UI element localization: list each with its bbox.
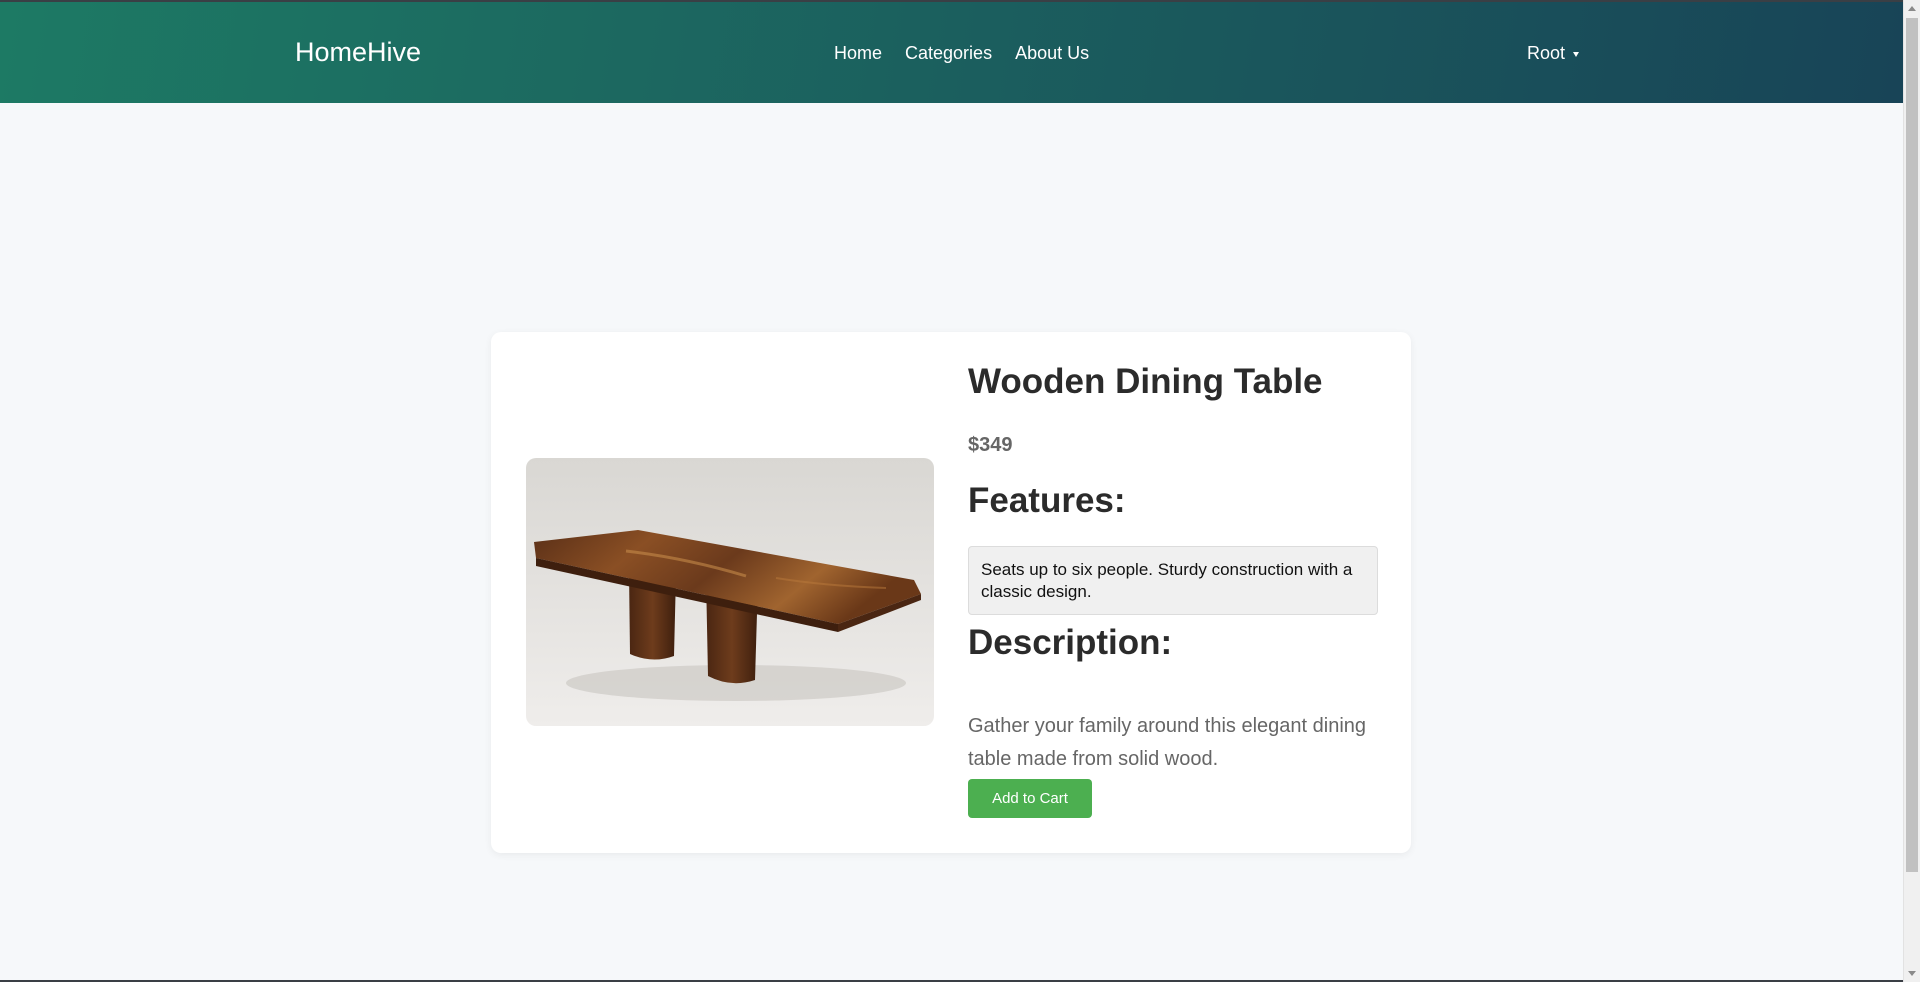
product-image bbox=[526, 458, 934, 726]
scroll-up-arrow-icon[interactable] bbox=[1908, 6, 1916, 11]
brand-logo[interactable]: HomeHive bbox=[295, 37, 421, 68]
description-text: Gather your family around this elegant d… bbox=[968, 715, 1367, 770]
caret-down-icon bbox=[1573, 52, 1580, 57]
user-name: Root bbox=[1527, 43, 1566, 63]
product-card: Wooden Dining Table $349 Features: Seats… bbox=[491, 332, 1411, 853]
product-price: $349 bbox=[968, 434, 1013, 456]
main-nav: Home Categories About Us bbox=[834, 43, 1089, 64]
features-box: Seats up to six people. Sturdy construct… bbox=[968, 546, 1378, 615]
features-heading: Features: bbox=[968, 481, 1126, 520]
scroll-thumb[interactable] bbox=[1906, 18, 1918, 872]
scroll-down-arrow-icon[interactable] bbox=[1908, 971, 1916, 976]
product-title: Wooden Dining Table bbox=[968, 362, 1323, 401]
wooden-table-photo-icon bbox=[526, 458, 934, 726]
nav-home[interactable]: Home bbox=[834, 43, 882, 64]
nav-about-us[interactable]: About Us bbox=[1015, 43, 1089, 64]
nav-categories[interactable]: Categories bbox=[905, 43, 992, 64]
page: HomeHive Home Categories About Us Root W… bbox=[0, 0, 1920, 982]
user-menu[interactable]: Root bbox=[1527, 43, 1580, 64]
add-to-cart-button[interactable]: Add to Cart bbox=[968, 779, 1092, 818]
vertical-scrollbar[interactable] bbox=[1903, 0, 1920, 982]
description-heading: Description: bbox=[968, 623, 1173, 662]
site-header: HomeHive Home Categories About Us Root bbox=[0, 0, 1903, 103]
